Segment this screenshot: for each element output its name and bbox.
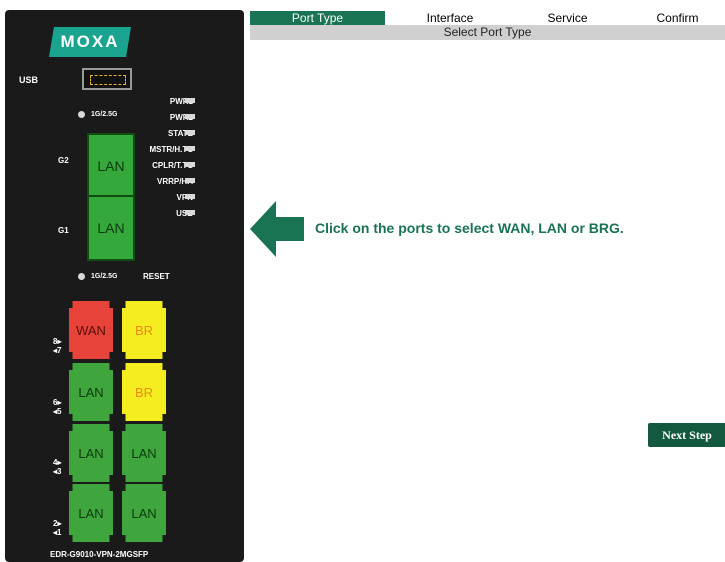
- tab-port-type[interactable]: Port Type: [250, 11, 385, 25]
- port-label-g2: G2: [58, 156, 69, 165]
- port-1[interactable]: LAN: [122, 484, 166, 542]
- next-step-button[interactable]: Next Step: [648, 423, 725, 447]
- led-indicator: [185, 162, 195, 167]
- port-5[interactable]: BR: [122, 363, 166, 421]
- instruction-text: Click on the ports to select WAN, LAN or…: [315, 220, 624, 236]
- port-number: ◂1: [53, 528, 62, 537]
- usb-port-icon: [82, 68, 132, 90]
- speed-label: 1G/2.5G: [91, 111, 118, 118]
- port-g1[interactable]: LAN: [87, 195, 135, 261]
- model-label: EDR-G9010-VPN-2MGSFP: [50, 550, 149, 559]
- speed-label: 1G/2.5G: [91, 273, 118, 280]
- led-indicator: [185, 194, 195, 199]
- led-indicator: [185, 146, 195, 151]
- port-number: ◂3: [53, 467, 62, 476]
- port-4[interactable]: LAN: [69, 424, 113, 482]
- port-g2[interactable]: LAN: [87, 133, 135, 199]
- port-6[interactable]: LAN: [69, 363, 113, 421]
- reset-label: RESET: [143, 272, 170, 281]
- usb-label: USB: [19, 75, 39, 85]
- arrow-left-icon: [250, 201, 304, 257]
- port-number: 8▸: [53, 337, 62, 346]
- port-number: ◂7: [53, 346, 62, 355]
- port-number: 6▸: [53, 398, 62, 407]
- led-indicator: [185, 210, 195, 215]
- speed-dot-icon: [78, 111, 85, 118]
- port-8[interactable]: WAN: [69, 301, 113, 359]
- tab-confirm[interactable]: Confirm: [630, 11, 725, 25]
- speed-dot-icon: [78, 273, 85, 280]
- led-indicator: [185, 98, 195, 103]
- device-panel: MOXA USB 1G/2.5G PWR1 PWR2 STATE MSTR/H.…: [5, 10, 244, 562]
- tab-service[interactable]: Service: [520, 11, 615, 25]
- port-number: 2▸: [53, 519, 62, 528]
- port-label-g1: G1: [58, 226, 69, 235]
- port-number: ◂5: [53, 407, 62, 416]
- led-indicator: [185, 114, 195, 119]
- tab-interface[interactable]: Interface: [402, 11, 498, 25]
- led-indicator: [185, 178, 195, 183]
- port-number: 4▸: [53, 458, 62, 467]
- port-3[interactable]: LAN: [122, 424, 166, 482]
- led-indicator: [185, 130, 195, 135]
- port-2[interactable]: LAN: [69, 484, 113, 542]
- moxa-logo: MOXA: [49, 27, 131, 57]
- port-7[interactable]: BR: [122, 301, 166, 359]
- step-subheader: Select Port Type: [250, 25, 725, 40]
